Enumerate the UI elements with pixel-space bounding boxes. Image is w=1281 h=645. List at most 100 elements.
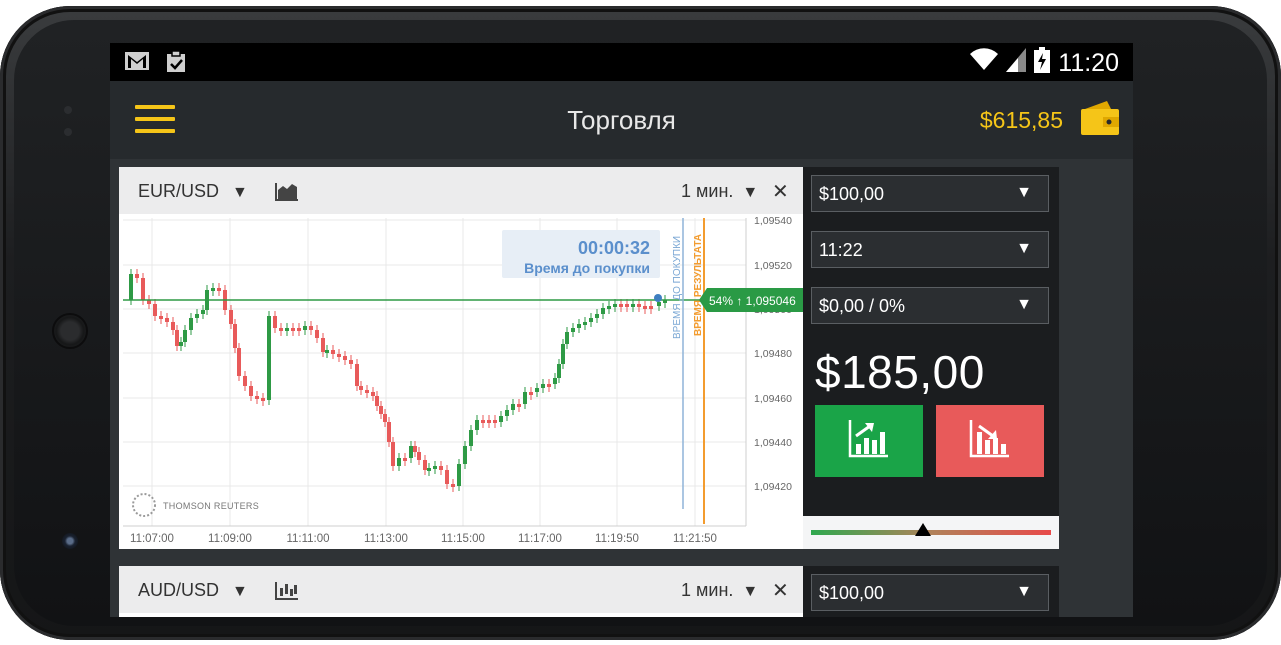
asset-selector[interactable]: AUD/USD ▼ [138, 580, 248, 601]
candle [625, 304, 629, 307]
candle [159, 316, 163, 319]
candle [397, 458, 401, 466]
close-icon[interactable]: ✕ [772, 179, 789, 204]
timeframe-label: 1 мин. [681, 580, 734, 600]
candle [523, 392, 527, 404]
expiry-dropdown[interactable]: 11:22 ▼ [811, 231, 1049, 268]
close-icon[interactable]: ✕ [772, 578, 789, 603]
put-button[interactable] [936, 405, 1044, 477]
candle [445, 470, 449, 484]
device-frame: 11:20 Торговля $615,85 EUR/USD ▼ 1 мин. … [0, 6, 1281, 640]
candle [601, 308, 605, 314]
candle [589, 318, 593, 322]
y-tick-label: 1,09520 [754, 260, 792, 272]
candle [355, 364, 359, 386]
trading-panel-audusd: AUD/USD ▼ 1 мин. ▼ ✕ [119, 566, 803, 617]
candle [273, 316, 277, 328]
gmail-icon [124, 50, 150, 79]
candle [375, 396, 379, 406]
x-tick-label: 11:19:50 [595, 533, 639, 545]
candle [343, 356, 347, 360]
candle [505, 410, 509, 416]
timeframe-selector[interactable]: 1 мин. ▼ [681, 580, 758, 601]
candle [325, 350, 329, 353]
candle [643, 306, 647, 309]
timeframe-label: 1 мин. [681, 181, 734, 201]
investment-dropdown[interactable]: $100,00 ▼ [811, 574, 1049, 611]
x-tick-label: 11:11:00 [286, 533, 329, 545]
countdown-label: Время до покупки [524, 260, 650, 276]
chart-canvas: 1,095401,095201,095001,094801,094601,094… [123, 215, 803, 545]
candle [175, 330, 179, 346]
candle [463, 446, 467, 464]
candle [439, 466, 443, 470]
investment-value: $100,00 [819, 184, 885, 204]
x-tick-label: 11:07:00 [130, 533, 174, 545]
candle [433, 466, 437, 469]
signal-icon [1006, 48, 1027, 79]
candle [279, 328, 283, 331]
candle [267, 316, 271, 400]
candle [309, 326, 313, 330]
balance-amount[interactable]: $615,85 [980, 107, 1063, 134]
candle [171, 322, 175, 330]
price-chart[interactable]: 1,095401,095201,095001,094801,094601,094… [119, 214, 803, 549]
expiry-value: 11:22 [819, 240, 863, 260]
candle [469, 430, 473, 446]
x-tick-label: 11:17:00 [518, 533, 562, 545]
candle [571, 328, 575, 332]
candle [165, 318, 169, 322]
candle [201, 310, 205, 314]
potential-payout: $185,00 [815, 346, 985, 398]
candle [517, 404, 521, 407]
candle [371, 392, 375, 396]
sentiment-bar [803, 516, 1059, 549]
candle [285, 328, 289, 331]
candle [427, 468, 431, 471]
candle [387, 422, 391, 442]
insurance-dropdown[interactable]: $0,00 / 0% ▼ [811, 287, 1049, 324]
asset-selector[interactable]: EUR/USD ▼ [138, 181, 248, 202]
y-tick-label: 1,09460 [754, 393, 792, 405]
candle [349, 360, 353, 364]
candle [337, 354, 341, 357]
candle [529, 392, 533, 395]
x-tick-label: 11:15:00 [441, 533, 485, 545]
purchase-deadline-label: ВРЕМЯ ДО ПОКУПКИ [672, 236, 683, 339]
candle [315, 330, 319, 338]
y-tick-label: 1,09480 [754, 348, 792, 360]
candle [417, 452, 421, 460]
candle [413, 446, 417, 452]
investment-value: $100,00 [819, 583, 885, 603]
candles-chart-icon[interactable] [275, 580, 299, 605]
candle [475, 420, 479, 430]
candle [141, 278, 145, 300]
chart-area-collapsed [119, 613, 803, 617]
candle [303, 326, 307, 330]
chevron-down-icon: ▼ [742, 583, 759, 600]
investment-dropdown[interactable]: $100,00 ▼ [811, 175, 1049, 212]
wallet-icon[interactable] [1079, 99, 1121, 137]
candle [547, 384, 551, 387]
area-chart-icon[interactable] [275, 181, 299, 206]
candle [365, 390, 369, 393]
chevron-down-icon: ▼ [1016, 583, 1032, 600]
call-button[interactable] [815, 405, 923, 477]
candle [359, 386, 363, 390]
candle [255, 396, 259, 399]
wifi-icon [970, 48, 999, 79]
candle [291, 328, 295, 331]
y-tick-label: 1,09440 [754, 437, 792, 449]
candle [129, 274, 133, 300]
candle [383, 414, 387, 422]
candle [409, 446, 413, 458]
asset-name: EUR/USD [138, 181, 220, 201]
timeframe-selector[interactable]: 1 мин. ▼ [681, 181, 758, 202]
asset-name: AUD/USD [138, 580, 220, 600]
candle [183, 330, 187, 342]
candle [499, 416, 503, 422]
candle [657, 302, 661, 306]
candle [249, 386, 253, 396]
candle [649, 306, 653, 309]
current-price-label: 54% ↑ 1,095046 [709, 294, 796, 308]
